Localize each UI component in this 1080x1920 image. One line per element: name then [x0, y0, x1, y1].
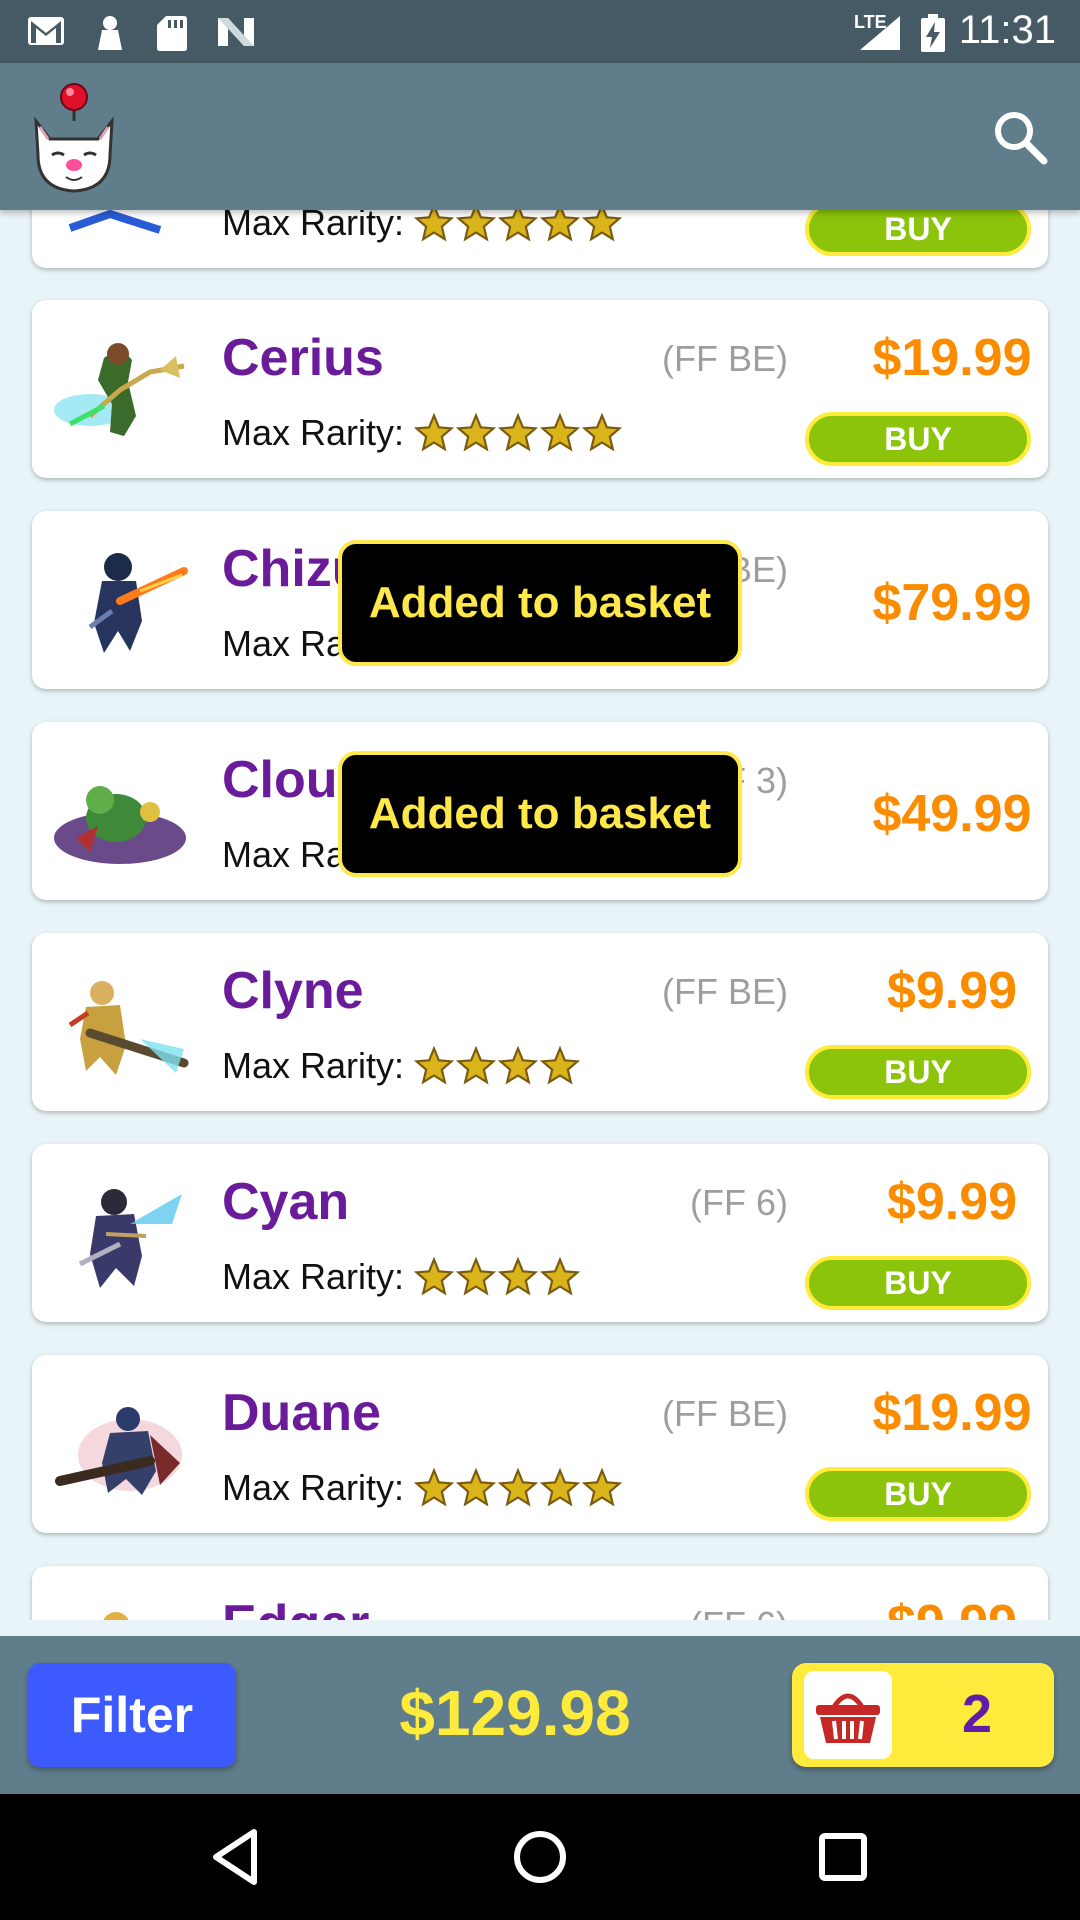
- basket-count: 2: [961, 1684, 993, 1744]
- star-icon: [582, 210, 623, 242]
- signal-icon: [860, 16, 900, 50]
- rarity-label: Max Rarity:: [222, 210, 405, 243]
- list-item: Clyne (FF BE) Max Rarity: $9.99 BUY: [32, 933, 1048, 1111]
- list-item: Max Rarity: BUY: [32, 210, 1048, 268]
- character-sprite: [54, 786, 186, 864]
- character-sprite: [68, 981, 189, 1075]
- buy-button[interactable]: BUY: [805, 1045, 1031, 1099]
- character-list[interactable]: Max Rarity: BUY Cerius (FF BE) Max Rarit…: [0, 210, 1080, 1620]
- star-icon: [498, 1468, 539, 1507]
- star-icon: [540, 210, 581, 242]
- system-navigation-bar: [0, 1794, 1080, 1920]
- character-name: Edgar: [222, 1594, 369, 1620]
- price-label: $9.99: [886, 962, 1018, 1020]
- basket-total: $129.98: [399, 1677, 631, 1749]
- back-icon[interactable]: [202, 1822, 272, 1892]
- star-icon: [414, 1468, 455, 1507]
- series-label: (FF 6): [690, 1182, 788, 1223]
- rarity-row: Max Rarity:: [222, 1467, 623, 1509]
- n-app-icon: [218, 18, 254, 46]
- basket-icon: [816, 1693, 880, 1743]
- rarity-stars: [414, 413, 623, 453]
- star-icon: [540, 413, 581, 452]
- rarity-stars: [414, 210, 623, 243]
- character-sprite: [103, 1612, 129, 1620]
- star-icon: [456, 413, 497, 452]
- status-bar: LTE 11:31: [0, 0, 1080, 63]
- price-label: $19.99: [872, 329, 1032, 387]
- rarity-label: Max Rarity:: [222, 1045, 405, 1086]
- rarity-stars: [414, 1257, 581, 1297]
- added-to-basket-toast: Added to basket: [338, 751, 742, 877]
- character-sprite: [54, 343, 185, 436]
- character-sprite: [88, 553, 188, 653]
- rarity-row: Max Rarity:: [222, 210, 623, 244]
- price-label: $79.99: [872, 574, 1032, 632]
- character-name: Cyan: [222, 1173, 350, 1231]
- bottom-bar: Filter $129.98 2: [0, 1636, 1080, 1794]
- basket-icon-tile: [804, 1671, 892, 1759]
- star-icon: [456, 1257, 497, 1296]
- star-icon: [540, 1468, 581, 1507]
- rarity-label: Max Rarity:: [222, 1467, 405, 1508]
- series-label: (FF 6): [690, 1604, 788, 1620]
- list-item: Cerius (FF BE) Max Rarity: $19.99 BUY: [32, 300, 1048, 478]
- buy-button[interactable]: BUY: [805, 412, 1031, 466]
- app-bar: [0, 63, 1080, 210]
- price-label: $9.99: [886, 1173, 1018, 1231]
- price-label: $9.99: [802, 1594, 1080, 1620]
- rarity-row: Max Rarity:: [222, 1045, 581, 1087]
- list-item: Cyan (FF 6) Max Rarity: $9.99 BUY: [32, 1144, 1048, 1322]
- star-icon: [540, 1046, 581, 1085]
- battery-charging-icon: [921, 14, 945, 52]
- home-icon[interactable]: [505, 1822, 575, 1892]
- star-icon: [414, 413, 455, 452]
- star-icon: [498, 1046, 539, 1085]
- price-label: $49.99: [872, 785, 1032, 843]
- series-label: (FF BE): [662, 1393, 788, 1434]
- basket-button[interactable]: 2: [792, 1663, 1054, 1767]
- keyhole-icon: [98, 16, 122, 50]
- gmail-icon: [28, 17, 64, 45]
- character-sprite: [68, 210, 162, 234]
- star-icon: [582, 1468, 623, 1507]
- series-label: (FF BE): [662, 971, 788, 1012]
- buy-button[interactable]: BUY: [805, 1467, 1031, 1521]
- list-item: Edgar (FF 6) $9.99: [32, 1566, 1048, 1620]
- rarity-row: Max Rarity:: [222, 412, 623, 454]
- buy-button[interactable]: BUY: [805, 1256, 1031, 1310]
- price-label: $19.99: [872, 1384, 1032, 1442]
- character-sprite: [78, 1189, 182, 1288]
- sd-card-icon: [157, 16, 187, 51]
- series-label: (FF BE): [662, 338, 788, 379]
- list-item: Duane (FF BE) Max Rarity: $19.99 BUY: [32, 1355, 1048, 1533]
- moogle-logo-icon[interactable]: [26, 81, 122, 197]
- clock: 11:31: [958, 8, 1056, 52]
- star-icon: [456, 1468, 497, 1507]
- filter-button[interactable]: Filter: [28, 1663, 236, 1767]
- recents-icon[interactable]: [808, 1822, 878, 1892]
- rarity-label: Max Rarity:: [222, 1256, 405, 1297]
- star-icon: [456, 210, 497, 242]
- star-icon: [582, 413, 623, 452]
- character-sprite: [55, 1407, 182, 1495]
- buy-button[interactable]: BUY: [805, 210, 1031, 256]
- character-name: Cerius: [222, 329, 384, 387]
- star-icon: [414, 1257, 455, 1296]
- rarity-row: Max Rarity:: [222, 1256, 581, 1298]
- star-icon: [414, 1046, 455, 1085]
- star-icon: [498, 1257, 539, 1296]
- added-to-basket-toast: Added to basket: [338, 540, 742, 666]
- rarity-label: Max Rarity:: [222, 412, 405, 453]
- star-icon: [498, 210, 539, 242]
- rarity-stars: [414, 1046, 581, 1086]
- rarity-stars: [414, 1468, 623, 1508]
- star-icon: [414, 210, 455, 242]
- star-icon: [540, 1257, 581, 1296]
- character-name: Duane: [222, 1384, 381, 1442]
- star-icon: [456, 1046, 497, 1085]
- search-icon[interactable]: [990, 107, 1050, 167]
- star-icon: [498, 413, 539, 452]
- character-name: Clyne: [222, 962, 364, 1020]
